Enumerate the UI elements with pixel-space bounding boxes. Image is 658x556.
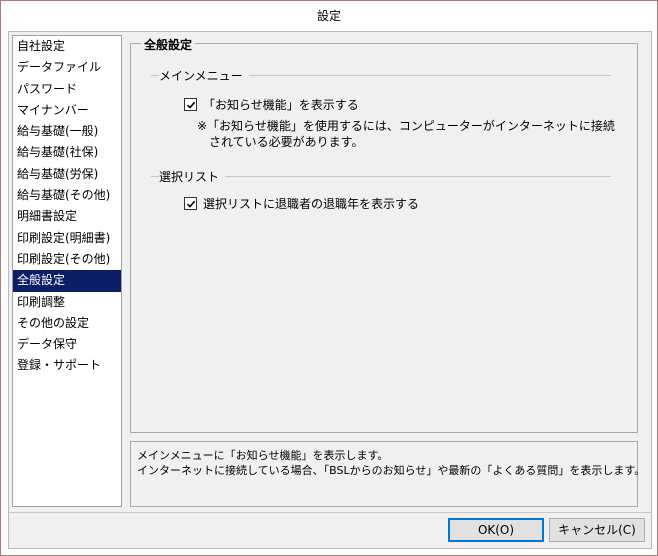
- sidebar-item-salary-social-insurance[interactable]: 給与基礎(社保): [13, 142, 121, 163]
- sidebar-item-data-file[interactable]: データファイル: [13, 57, 121, 78]
- show-notice-option[interactable]: 「お知らせ機能」を表示する: [184, 96, 359, 113]
- sidebar-item-other-settings[interactable]: その他の設定: [13, 313, 121, 334]
- description-line1: メインメニューに「お知らせ機能」を表示します。: [137, 449, 389, 462]
- check-icon: [186, 200, 195, 208]
- notice-requirement-note-line1: ※「お知らせ機能」を使用するには、コンピューターがインターネットに接続: [197, 119, 615, 133]
- general-settings-panel: 全般設定 メインメニュー 「お知らせ機能」を表示する ※「お知らせ機能」を使用す…: [130, 36, 638, 433]
- main-menu-section-title: メインメニュー: [159, 67, 249, 84]
- show-retirement-year-option[interactable]: 選択リストに退職者の退職年を表示する: [184, 195, 419, 212]
- show-retirement-year-label: 選択リストに退職者の退職年を表示する: [203, 197, 420, 211]
- settings-category-list[interactable]: 自社設定 データファイル パスワード マイナンバー 給与基礎(一般) 給与基礎(…: [12, 35, 122, 507]
- panel-title: 全般設定: [141, 36, 196, 53]
- show-notice-label: 「お知らせ機能」を表示する: [203, 98, 359, 112]
- show-notice-checkbox[interactable]: [184, 98, 197, 111]
- dialog-client: 自社設定 データファイル パスワード マイナンバー 給与基礎(一般) 給与基礎(…: [8, 31, 652, 549]
- select-list-section-title: 選択リスト: [159, 168, 226, 185]
- ok-button[interactable]: OK(O): [448, 518, 544, 542]
- description-box: メインメニューに「お知らせ機能」を表示します。 インターネットに接続している場合…: [130, 441, 645, 507]
- check-icon: [186, 101, 195, 109]
- sidebar-item-general-settings[interactable]: 全般設定: [13, 270, 121, 292]
- sidebar-item-company[interactable]: 自社設定: [13, 36, 121, 57]
- sidebar-item-salary-other[interactable]: 給与基礎(その他): [13, 185, 121, 206]
- description-line2: インターネットに接続している場合、「BSLからのお知らせ」や最新の「よくある質問…: [137, 464, 646, 477]
- sidebar-item-print-adjust[interactable]: 印刷調整: [13, 292, 121, 313]
- footer-divider: [9, 512, 651, 513]
- sidebar-item-statement-settings[interactable]: 明細書設定: [13, 206, 121, 227]
- cancel-button[interactable]: キャンセル(C): [549, 518, 645, 542]
- sidebar-item-password[interactable]: パスワード: [13, 79, 121, 100]
- sidebar-item-print-statement[interactable]: 印刷設定(明細書): [13, 228, 121, 249]
- sidebar-item-registration-support[interactable]: 登録・サポート: [13, 355, 121, 376]
- sidebar-item-data-maintenance[interactable]: データ保守: [13, 334, 121, 355]
- notice-requirement-note-line2: されている必要があります。: [209, 135, 364, 149]
- show-retirement-year-checkbox[interactable]: [184, 197, 197, 210]
- window-title: 設定: [1, 1, 657, 31]
- sidebar-item-print-other[interactable]: 印刷設定(その他): [13, 249, 121, 270]
- sidebar-item-my-number[interactable]: マイナンバー: [13, 100, 121, 121]
- settings-window: 設定 自社設定 データファイル パスワード マイナンバー 給与基礎(一般) 給与…: [0, 0, 658, 556]
- sidebar-item-salary-general[interactable]: 給与基礎(一般): [13, 121, 121, 142]
- sidebar-item-salary-labor-insurance[interactable]: 給与基礎(労保): [13, 164, 121, 185]
